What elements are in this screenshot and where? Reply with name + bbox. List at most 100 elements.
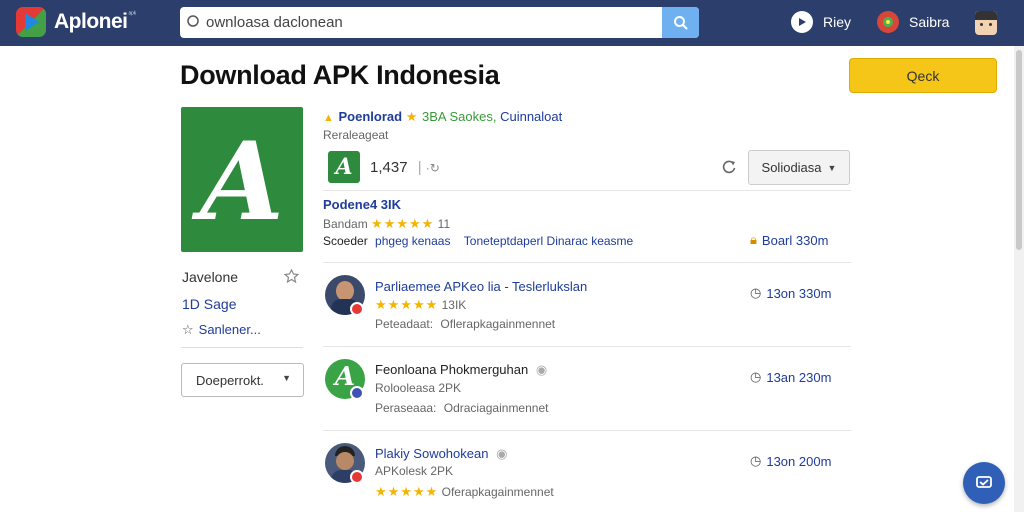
clock-icon: ◷ (750, 453, 762, 468)
item-sub: APKolesk 2PK (375, 464, 454, 478)
divider (323, 262, 851, 263)
divider (323, 346, 851, 347)
item-title[interactable]: Parliaemee APKeo lia - Teslerlukslan (375, 279, 587, 294)
logo-mark-icon (16, 7, 46, 37)
app-icon: A (181, 107, 303, 252)
verified-icon: ◉ (535, 362, 548, 377)
item-title-wrap: Plakiy Sowohokean ◉ (375, 446, 507, 462)
item-desc-label: Peraseaaa: (375, 401, 437, 415)
nav-label-riey: Riey (823, 14, 852, 30)
search-lead-icon (180, 14, 206, 32)
refresh-small-icon[interactable]: ·↻ (426, 161, 440, 175)
item-time-value: 13on 200m (766, 453, 832, 469)
sidebar-select-label: Doeperrokt. (196, 372, 264, 388)
clock-icon: ◷ (750, 285, 762, 300)
featured-time-value: Boarl 330m (761, 232, 829, 248)
search-button[interactable] (662, 7, 699, 38)
nav-label-saibra: Saibra (909, 14, 950, 30)
sort-dropdown[interactable]: Soliodiasa ▼ (748, 150, 850, 185)
item-time: ◷ 13on 200m (750, 453, 831, 469)
featured-rating: Bandam ★★★★★ 11 (323, 216, 450, 232)
lock-icon: 🔒︎ (750, 232, 757, 247)
sidebar-item-label: Sanlener... (198, 322, 261, 337)
install-count-value: 1,437 (370, 159, 408, 176)
badge-icon (350, 302, 364, 316)
item-desc-label: Peteadaat: (375, 317, 434, 331)
item-desc: Peteadaat: Oflerapkagainmennet (375, 317, 555, 331)
brand-sup: ᵃᵖᵏ (128, 11, 137, 18)
featured-desc-prefix: Scoeder (323, 234, 368, 248)
item-rating: ★★★★★ 13IK (375, 297, 466, 313)
install-count: 1,437 | ·↻ (370, 159, 440, 176)
divider (323, 190, 851, 191)
brand-name: Aplonei (54, 10, 128, 33)
user-avatar[interactable] (975, 11, 997, 35)
featured-title[interactable]: Podene4 3IK (323, 197, 401, 212)
refresh-icon[interactable] (721, 159, 737, 175)
app-icon-letter: A (200, 119, 284, 245)
sort-dropdown-label: Soliodiasa (761, 160, 822, 175)
star-icon: ★ (405, 109, 419, 124)
pin-icon[interactable] (284, 269, 299, 284)
separator: | (417, 159, 422, 176)
item-title-wrap: Feonloana Phokmerguhan ◉ (375, 362, 547, 378)
item-sub: 13IK (441, 298, 467, 312)
sidebar-divider (181, 347, 303, 348)
brand-logo[interactable]: Aplonei ᵃᵖᵏ (16, 7, 136, 37)
top-bar: Aplonei ᵃᵖᵏ Riey Saibra (0, 0, 1024, 46)
verified-icon: ◉ (496, 446, 508, 461)
item-title[interactable]: Feonloana Phokmerguhan (375, 362, 528, 377)
mini-app-icon: A (328, 151, 360, 183)
download-icon: ▲ (323, 112, 335, 124)
item-time-value: 13an 230m (766, 369, 832, 385)
chevron-down-icon: ▼ (827, 162, 837, 173)
star-outline-icon: ☆ (182, 322, 194, 337)
featured-link-a[interactable]: phgeg kenaas (375, 234, 450, 248)
scroll-thumb[interactable] (1016, 50, 1022, 250)
item-title[interactable]: Plakiy Sowohokean (375, 446, 488, 461)
chat-icon (976, 476, 992, 488)
nav-item-riey[interactable]: Riey (791, 11, 851, 33)
rating-stars: ★★★★★ (375, 297, 439, 312)
quick-button[interactable]: Qeck (849, 58, 997, 93)
rating-stars: ★★★★★ (371, 216, 435, 231)
badge-icon (350, 386, 364, 400)
nav-item-saibra[interactable]: Saibra (877, 11, 949, 33)
summary-line: ▲ Poenlorad ★ 3BA Saokes, Cuinnaloat (323, 109, 562, 125)
sidebar-item-sage[interactable]: 1D Sage (182, 296, 236, 312)
featured-link-b[interactable]: Toneteptdaperl Dinarac keasme (464, 234, 633, 248)
featured-rating-label: Bandam (323, 217, 368, 231)
chevron-down-icon: ▼ (282, 373, 291, 383)
search-icon (673, 15, 688, 30)
summary-downloads: Poenlorad (338, 109, 403, 124)
item-sub: Rolooleasa 2PK (375, 381, 462, 395)
globe-icon (877, 11, 899, 33)
item-desc-text: Oferapkagainmennet (441, 485, 554, 499)
item-time-value: 13on 330m (766, 285, 832, 301)
stat-row: A 1,437 | ·↻ Soliodiasa ▼ (323, 148, 851, 186)
scrollbar[interactable] (1014, 46, 1024, 512)
rating-stars: ★★★★★ (375, 484, 439, 499)
divider (323, 430, 851, 431)
summary-link[interactable]: Cuinnaloat (500, 109, 562, 124)
item-desc-text: Odraciagainmennet (443, 401, 549, 415)
sidebar-item-sanlener[interactable]: ☆ Sanlener... (182, 322, 261, 338)
search-input[interactable] (206, 7, 662, 38)
featured-rating-value: 11 (437, 217, 451, 231)
item-desc: Peraseaaa: Odraciagainmennet (375, 401, 548, 415)
play-icon (791, 11, 813, 33)
sidebar-item-javelone[interactable]: Javelone (182, 269, 302, 285)
summary-count: 3BA Saokes, (422, 109, 497, 124)
item-time: ◷ 13on 330m (750, 285, 831, 301)
item-desc-text: Oflerapkagainmennet (440, 317, 556, 331)
chat-button[interactable] (963, 462, 1005, 504)
clock-icon: ◷ (750, 369, 762, 384)
page-title: Download APK Indonesia (180, 60, 500, 90)
item-desc: ★★★★★ Oferapkagainmennet (375, 484, 554, 500)
badge-icon (350, 470, 364, 484)
item-title-wrap: Parliaemee APKeo lia - Teslerlukslan (323, 279, 587, 294)
item-time: ◷ 13an 230m (750, 369, 831, 385)
summary-subtitle: Reraleageat (323, 128, 389, 142)
search-bar (180, 7, 699, 38)
sidebar-select[interactable]: Doeperrokt. ▼ (181, 363, 304, 397)
